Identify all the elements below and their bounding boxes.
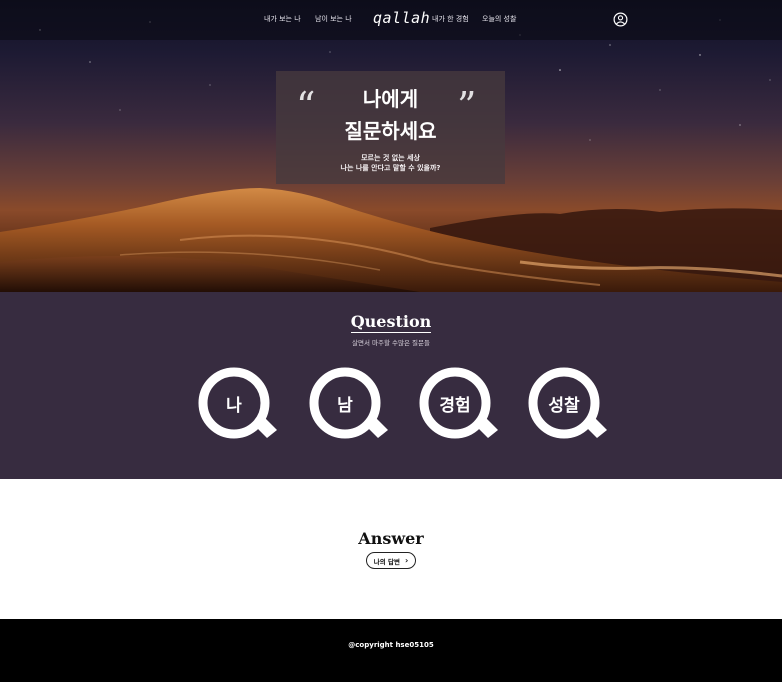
site-logo[interactable]: qallah xyxy=(373,9,430,27)
hero-title-line2: 질문하세요 xyxy=(344,119,437,143)
nav-item-reflection[interactable]: 오늘의 성찰 xyxy=(482,14,516,24)
hero-quote-box: “ ” 나에게 질문하세요 모르는 것 없는 세상 나는 나를 안다고 말할 수… xyxy=(276,71,505,184)
question-item-label: 남 xyxy=(337,395,353,416)
user-circle-icon[interactable] xyxy=(613,12,628,27)
copyright-text: @copyright hse05105 xyxy=(348,641,434,649)
question-heading: Question xyxy=(350,312,432,333)
question-item-label: 경험 xyxy=(439,395,471,416)
question-item-reflection[interactable]: 성찰 xyxy=(527,366,609,442)
question-subheading: 살면서 마주할 수많은 질문들 xyxy=(352,339,430,347)
answer-section: Answer 나의 답변 › xyxy=(0,479,782,619)
my-answer-button[interactable]: 나의 답변 › xyxy=(366,552,416,569)
hero-subtitle-line2: 나는 나를 안다고 말할 수 있을까? xyxy=(340,164,441,172)
my-answer-button-label: 나의 답변 xyxy=(373,557,400,566)
question-item-label: 나 xyxy=(226,395,242,416)
hero-section: 내가 보는 나 남이 보는 나 qallah 내가 한 경험 오늘의 성찰 “ … xyxy=(0,0,782,292)
question-item-label: 성찰 xyxy=(548,395,580,416)
answer-heading: Answer xyxy=(358,529,424,548)
nav-item-others-view[interactable]: 남이 보는 나 xyxy=(315,14,352,24)
top-navigation: 내가 보는 나 남이 보는 나 qallah 내가 한 경험 오늘의 성찰 xyxy=(0,0,782,40)
question-item-others[interactable]: 남 xyxy=(308,366,390,442)
question-item-experience[interactable]: 경험 xyxy=(418,366,500,442)
nav-item-experience[interactable]: 내가 한 경험 xyxy=(432,14,469,24)
question-item-self[interactable]: 나 xyxy=(197,366,279,442)
question-section: Question 살면서 마주할 수많은 질문들 나 남 경험 성찰 xyxy=(0,292,782,479)
chevron-right-icon: › xyxy=(404,556,409,565)
footer: @copyright hse05105 xyxy=(0,619,782,682)
nav-item-self-view[interactable]: 내가 보는 나 xyxy=(264,14,301,24)
hero-title-line1: 나에게 xyxy=(362,87,419,111)
hero-subtitle-line1: 모르는 것 없는 세상 xyxy=(361,154,420,162)
